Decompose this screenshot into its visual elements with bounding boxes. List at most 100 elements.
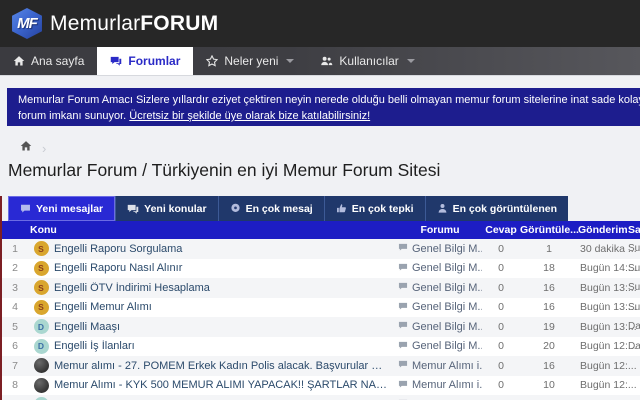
column-header-gonderim[interactable]: Gönderim [578,224,628,236]
row-number: 5 [2,321,28,333]
comment-icon [20,203,31,214]
site-logo[interactable]: MF MemurlarFORUM [10,8,218,39]
forum-link[interactable]: Genel Bilgi M... [398,301,482,314]
topic-title-link[interactable]: Engelli Raporu Sorgulama [54,243,398,255]
table-row[interactable]: 9 D Engelli Hakları Genel Bilgi M... 0 1… [2,395,640,400]
divider [0,75,640,76]
avatar[interactable]: S [34,300,49,315]
forum-link[interactable]: Genel Bilgi M... [398,340,482,353]
speech-bubble-icon [398,320,408,333]
last-poster[interactable]: Sult [628,282,640,293]
speech-bubble-icon [398,242,408,255]
post-time[interactable]: Bugün 14:... [578,262,628,274]
nav-item-neler-yeni[interactable]: Neler yeni [193,47,307,75]
avatar[interactable]: D [34,319,49,334]
column-header-konu[interactable]: Konu [2,224,398,236]
post-time[interactable]: Bugün 13:... [578,321,628,333]
table-row[interactable]: 8 Memur Alımı - KYK 500 MEMUR ALIMI YAPA… [2,376,640,396]
widget-tab-label: En çok tepki [352,203,414,215]
widget-tabstrip: Yeni mesajlar Yeni konular En çok mesaj … [2,196,640,221]
views-count: 1 [520,243,578,255]
post-time[interactable]: Bugün 13:... [578,301,628,313]
avatar[interactable]: D [34,339,49,354]
tab-en-çok-mesaj[interactable]: En çok mesaj [218,196,324,221]
topic-title-link[interactable]: Engelli Memur Alımı [54,301,398,313]
avatar[interactable] [34,358,49,373]
table-row[interactable]: 7 Memur alımı - 27. POMEM Erkek Kadın Po… [2,356,640,376]
last-poster[interactable]: Sult [628,243,640,254]
column-header-forumu[interactable]: Forumu [398,224,482,236]
register-link[interactable]: Ücretsiz bir şekilde üye olarak bize kat… [129,110,370,122]
replies-count: 0 [482,262,520,274]
avatar[interactable]: S [34,241,49,256]
views-count: 20 [520,340,578,352]
row-number: 6 [2,340,28,352]
post-time[interactable]: Bugün 12:... [578,340,628,352]
table-row[interactable]: 2 S Engelli Raporu Nasıl Alınır Genel Bi… [2,259,640,279]
last-poster[interactable]: Dar [628,321,640,332]
logo-cube-icon: MF [10,8,44,39]
table-row[interactable]: 4 S Engelli Memur Alımı Genel Bilgi M...… [2,298,640,318]
avatar[interactable]: S [34,280,49,295]
topic-list: 1 S Engelli Raporu Sorgulama Genel Bilgi… [2,239,640,400]
row-number: 7 [2,360,28,372]
topic-title-link[interactable]: Engelli Raporu Nasıl Alınır [54,262,398,274]
forum-link[interactable]: Genel Bilgi M... [398,242,482,255]
post-time[interactable]: Bugün 13:... [578,282,628,294]
home-icon [13,55,25,67]
table-row[interactable]: 1 S Engelli Raporu Sorgulama Genel Bilgi… [2,239,640,259]
topic-title-link[interactable]: Memur alımı - 27. POMEM Erkek Kadın Poli… [54,360,398,372]
latest-posts-widget: Yeni mesajlar Yeni konular En çok mesaj … [0,196,640,400]
forum-link[interactable]: Memur Alımı i... [398,379,482,392]
nav-item-kullan-c-lar[interactable]: Kullanıcılar [307,47,427,75]
last-poster[interactable]: Sult [628,302,640,313]
forum-link[interactable]: Genel Bilgi M... [398,262,482,275]
forum-link-label: Memur Alımı i... [412,360,482,372]
topic-title-link[interactable]: Engelli Maaşı [54,321,398,333]
table-row[interactable]: 3 S Engelli ÖTV İndirimi Hesaplama Genel… [2,278,640,298]
tab-yeni-konular[interactable]: Yeni konular [115,196,217,221]
column-header-sahibi[interactable]: Sa [628,224,640,236]
speech-bubble-icon [398,281,408,294]
views-count: 19 [520,321,578,333]
forum-link[interactable]: Genel Bilgi M... [398,320,482,333]
table-row[interactable]: 5 D Engelli Maaşı Genel Bilgi M... 0 19 … [2,317,640,337]
avatar[interactable]: S [34,261,49,276]
avatar[interactable] [34,378,49,393]
speech-bubble-icon [398,301,408,314]
breadcrumb: › [20,139,46,157]
row-number: 8 [2,379,28,391]
topic-title-link[interactable]: Engelli ÖTV İndirimi Hesaplama [54,282,398,294]
tab-yeni-mesajlar[interactable]: Yeni mesajlar [8,196,115,221]
tab-en-çok-görüntülenen[interactable]: En çok görüntülenen [425,196,568,221]
nav-item-label: Ana sayfa [31,54,84,68]
row-number: 2 [2,262,28,274]
post-time[interactable]: Bugün 12:... [578,379,628,391]
table-row[interactable]: 6 D Engelli İş İlanları Genel Bilgi M...… [2,337,640,357]
page-title: Memurlar Forum / Türkiyenin en iyi Memur… [8,160,440,181]
topic-title-link[interactable]: Memur Alımı - KYK 500 MEMUR ALIMI YAPACA… [54,379,398,391]
post-time[interactable]: Bugün 12:... [578,360,628,372]
row-number: 1 [2,243,28,255]
column-header-cevap[interactable]: Cevap [482,224,520,236]
column-header-goruntule[interactable]: Görüntüle... [520,224,578,236]
speech-bubble-icon [398,262,408,275]
widget-tab-label: En çok görüntülenen [453,203,557,215]
last-poster[interactable]: Sult [628,263,640,274]
chevron-down-icon [286,59,294,63]
forum-link-label: Genel Bilgi M... [412,282,482,294]
nav-item-ana-sayfa[interactable]: Ana sayfa [0,47,97,75]
post-time[interactable]: 30 dakika ... [578,243,628,255]
forum-link-label: Genel Bilgi M... [412,243,482,255]
comment-dot-icon [230,203,241,214]
last-poster[interactable]: Dar [628,341,640,352]
widget-tab-label: Yeni mesajlar [36,203,103,215]
topic-title-link[interactable]: Engelli İş İlanları [54,340,398,352]
nav-item-forumlar[interactable]: Forumlar [97,47,193,75]
tab-en-çok-tepki[interactable]: En çok tepki [324,196,425,221]
notice-line1: Memurlar Forum Amacı Sizlere yıllardır e… [18,92,640,108]
forum-link[interactable]: Genel Bilgi M... [398,281,482,294]
views-count: 16 [520,282,578,294]
forum-link[interactable]: Memur Alımı i... [398,359,482,372]
home-icon[interactable] [20,139,32,157]
